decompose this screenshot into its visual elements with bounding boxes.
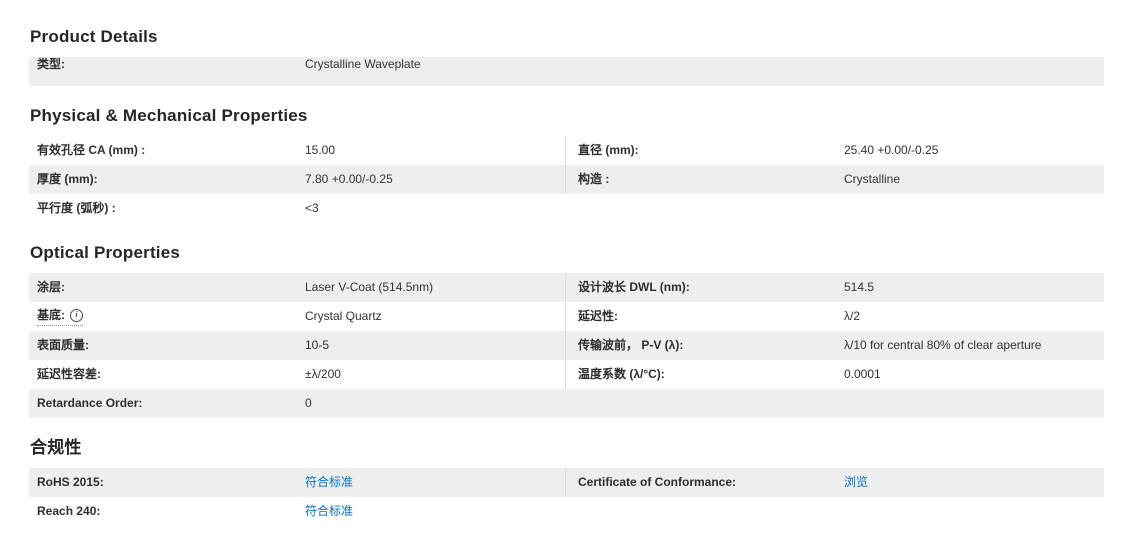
spec-row-parallelism: 平行度 (弧秒) : <3 [29, 194, 1104, 223]
spec-value-transmitted-wavefront: λ/10 for central 80% of clear aperture [844, 338, 1104, 353]
coc-view-link[interactable]: 浏览 [844, 475, 868, 489]
section-title-product-details: Product Details [30, 26, 1104, 47]
spec-row-substrate-retardance: 基底: i Crystal Quartz 延迟性: λ/2 [29, 302, 1104, 331]
section-compliance: 合规性 RoHS 2015: 符合标准 Certificate of Confo… [29, 437, 1104, 526]
spec-value-construction: Crystalline [844, 172, 1104, 187]
product-details-table: 类型: Crystalline Waveplate [29, 57, 1104, 86]
spec-label-rohs: RoHS 2015: [29, 475, 305, 490]
spec-label-retardance-tolerance: 延迟性容差: [29, 367, 305, 382]
spec-label-substrate: 基底: i [29, 308, 305, 326]
spec-label-coating: 涂层: [29, 280, 305, 295]
spec-value-temperature-coefficient: 0.0001 [844, 367, 1104, 382]
spec-value-clear-aperture: 15.00 [305, 143, 565, 158]
spec-label-surface-quality: 表面质量: [29, 338, 305, 353]
compliance-table: RoHS 2015: 符合标准 Certificate of Conforman… [29, 468, 1104, 526]
section-optical: Optical Properties 涂层: Laser V-Coat (514… [29, 242, 1104, 418]
spec-row-retardance-tolerance-temp: 延迟性容差: ±λ/200 温度系数 (λ/°C): 0.0001 [29, 360, 1104, 389]
spec-label-clear-aperture: 有效孔径 CA (mm) : [29, 143, 305, 158]
spec-value-parallelism: <3 [305, 201, 565, 216]
section-product-details: Product Details 类型: Crystalline Waveplat… [29, 26, 1104, 86]
spec-label-transmitted-wavefront: 传输波前， P-V (λ): [566, 338, 844, 353]
spec-row-retardance-order: Retardance Order: 0 [29, 389, 1104, 418]
spec-value-retardance: λ/2 [844, 309, 1104, 324]
rohs-compliant-link[interactable]: 符合标准 [305, 475, 353, 489]
physical-mechanical-table: 有效孔径 CA (mm) : 15.00 直径 (mm): 25.40 +0.0… [29, 136, 1104, 223]
spec-label-reach: Reach 240: [29, 504, 305, 519]
substrate-tooltip-trigger[interactable]: 基底: i [37, 308, 83, 326]
section-title-physical-mechanical: Physical & Mechanical Properties [30, 105, 1104, 126]
spec-value-dwl: 514.5 [844, 280, 1104, 295]
info-icon[interactable]: i [70, 309, 83, 322]
spec-value-retardance-tolerance: ±λ/200 [305, 367, 565, 382]
spec-row-coating-dwl: 涂层: Laser V-Coat (514.5nm) 设计波长 DWL (nm)… [29, 273, 1104, 302]
spec-value-surface-quality: 10-5 [305, 338, 565, 353]
spec-label-diameter: 直径 (mm): [566, 143, 844, 158]
spec-label-dwl: 设计波长 DWL (nm): [566, 280, 844, 295]
spec-row-rohs-coc: RoHS 2015: 符合标准 Certificate of Conforman… [29, 468, 1104, 497]
spec-label-temperature-coefficient: 温度系数 (λ/°C): [566, 367, 844, 382]
spec-row-thickness-construction: 厚度 (mm): 7.80 +0.00/-0.25 构造 : Crystalli… [29, 165, 1104, 194]
spec-value-type: Crystalline Waveplate [305, 57, 1104, 86]
spec-value-thickness: 7.80 +0.00/-0.25 [305, 172, 565, 187]
spec-row-reach: Reach 240: 符合标准 [29, 497, 1104, 526]
spec-label-parallelism: 平行度 (弧秒) : [29, 201, 305, 216]
spec-label-retardance: 延迟性: [566, 309, 844, 324]
spec-value-rohs: 符合标准 [305, 475, 565, 490]
spec-value-retardance-order: 0 [305, 396, 565, 411]
spec-row-type: 类型: Crystalline Waveplate [29, 57, 1104, 86]
spec-value-diameter: 25.40 +0.00/-0.25 [844, 143, 1104, 158]
section-title-compliance: 合规性 [30, 437, 1104, 458]
product-specs-page: Product Details 类型: Crystalline Waveplat… [0, 0, 1128, 526]
optical-table: 涂层: Laser V-Coat (514.5nm) 设计波长 DWL (nm)… [29, 273, 1104, 418]
spec-label-retardance-order: Retardance Order: [29, 396, 305, 411]
spec-value-substrate: Crystal Quartz [305, 309, 565, 324]
spec-row-clear-aperture-diameter: 有效孔径 CA (mm) : 15.00 直径 (mm): 25.40 +0.0… [29, 136, 1104, 165]
substrate-label-text: 基底: [37, 308, 65, 323]
section-title-optical: Optical Properties [30, 242, 1104, 263]
spec-label-type: 类型: [29, 57, 305, 86]
section-physical-mechanical: Physical & Mechanical Properties 有效孔径 CA… [29, 105, 1104, 223]
spec-label-thickness: 厚度 (mm): [29, 172, 305, 187]
spec-label-construction: 构造 : [566, 172, 844, 187]
spec-value-coating: Laser V-Coat (514.5nm) [305, 280, 565, 295]
spec-label-certificate-of-conformance: Certificate of Conformance: [566, 475, 844, 490]
spec-value-reach: 符合标准 [305, 504, 565, 519]
spec-row-surface-quality-wavefront: 表面质量: 10-5 传输波前， P-V (λ): λ/10 for centr… [29, 331, 1104, 360]
spec-value-certificate-of-conformance: 浏览 [844, 475, 1104, 490]
reach-compliant-link[interactable]: 符合标准 [305, 504, 353, 518]
